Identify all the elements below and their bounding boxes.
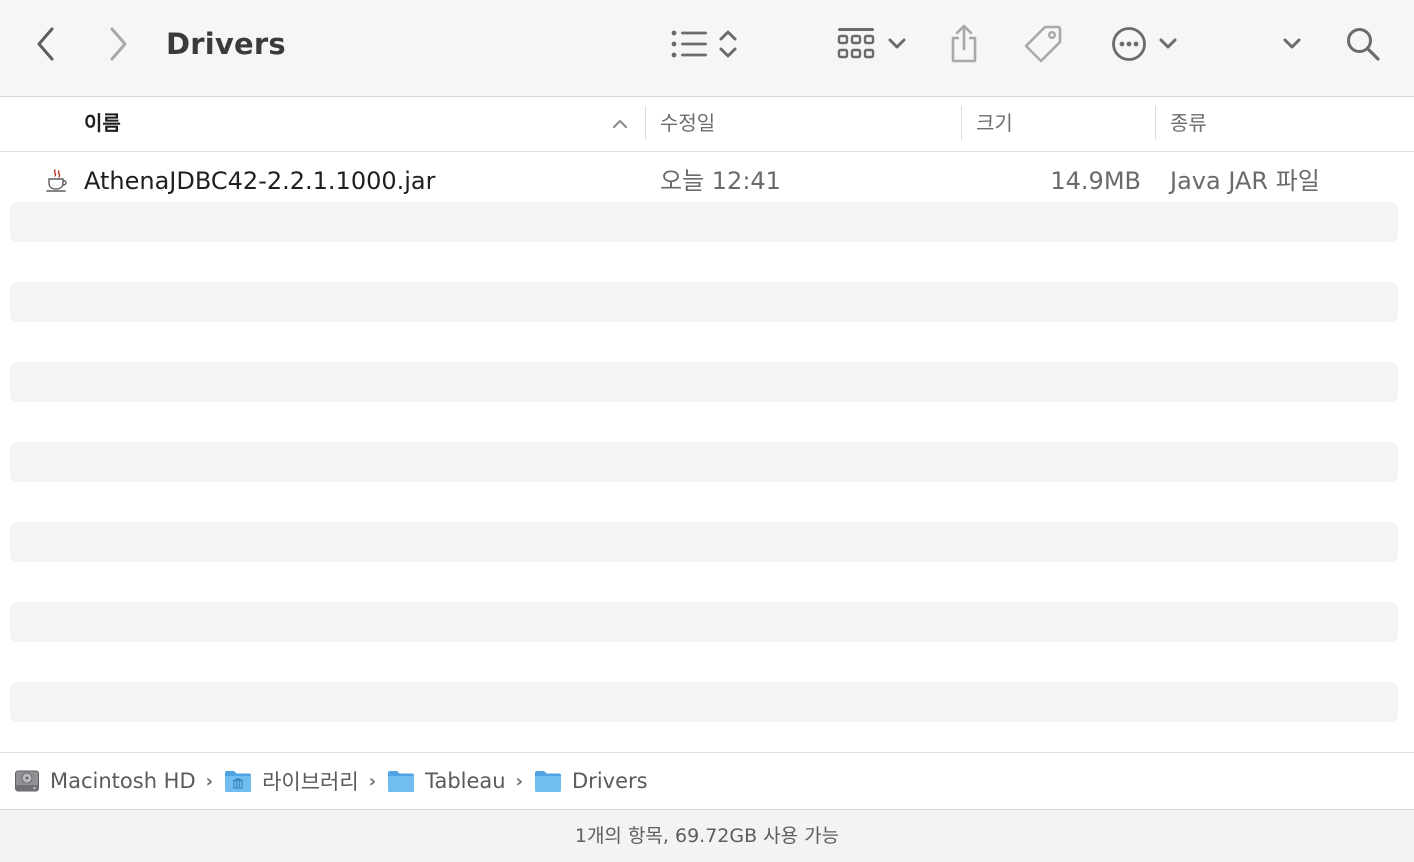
path-item-label: Macintosh HD <box>50 769 196 793</box>
column-size-header[interactable]: 크기 <box>976 97 1146 151</box>
file-modified: 오늘 12:41 <box>660 167 781 195</box>
group-button[interactable] <box>832 24 910 64</box>
empty-row-stripe <box>10 442 1398 482</box>
file-name: AthenaJDBC42-2.2.1.1000.jar <box>84 167 436 195</box>
path-bar: Macintosh HD › 라이브러리 › Tableau › Drivers <box>0 752 1414 809</box>
folder-icon <box>534 769 562 793</box>
back-button[interactable] <box>28 24 64 64</box>
view-options-button[interactable] <box>664 24 744 64</box>
empty-row-stripe <box>10 522 1398 562</box>
path-separator: › <box>515 770 524 792</box>
path-separator: › <box>205 770 214 792</box>
library-folder-icon <box>224 769 252 793</box>
column-modified-label: 수정일 <box>660 111 716 135</box>
folder-icon <box>387 769 415 793</box>
path-item-label: 라이브러리 <box>262 770 359 794</box>
more-button[interactable] <box>1108 24 1180 64</box>
status-bar: 1개의 항목, 69.72GB 사용 가능 <box>0 809 1414 862</box>
path-item-macintosh-hd[interactable]: Macintosh HD <box>14 768 196 794</box>
empty-row-stripe <box>10 602 1398 642</box>
column-size-label: 크기 <box>976 111 1013 135</box>
column-header: 이름 수정일 크기 종류 <box>0 97 1414 152</box>
empty-row-stripe <box>10 202 1398 242</box>
java-cup-icon <box>44 168 70 194</box>
sort-updown-icon <box>719 30 737 58</box>
window-title: Drivers <box>166 27 286 61</box>
chevron-down-icon <box>1283 38 1301 49</box>
path-item-label: Drivers <box>572 769 648 793</box>
column-modified-header[interactable]: 수정일 <box>660 97 950 151</box>
hard-drive-icon <box>14 768 40 794</box>
path-item-library[interactable]: 라이브러리 <box>224 766 359 796</box>
column-kind-label: 종류 <box>1170 111 1207 135</box>
file-kind: Java JAR 파일 <box>1170 167 1320 195</box>
list-view-icon <box>671 30 707 58</box>
search-button[interactable] <box>1340 22 1386 66</box>
sort-ascending-icon <box>613 120 627 128</box>
more-ellipsis-icon <box>1112 27 1146 61</box>
toolbar-overflow-button[interactable] <box>1276 30 1308 58</box>
empty-row-stripe <box>10 362 1398 402</box>
path-item-label: Tableau <box>425 769 506 793</box>
file-row[interactable]: AthenaJDBC42-2.2.1.1000.jar 오늘 12:41 14.… <box>10 160 1398 202</box>
column-name-label: 이름 <box>84 111 121 135</box>
file-size: 14.9MB <box>1050 167 1141 195</box>
column-divider[interactable] <box>645 106 646 140</box>
tag-icon <box>1024 25 1062 63</box>
path-separator: › <box>368 770 377 792</box>
chevron-down-icon <box>1159 38 1177 49</box>
tag-button[interactable] <box>1020 22 1066 66</box>
column-divider[interactable] <box>961 106 962 140</box>
empty-row-stripe <box>10 682 1398 722</box>
forward-button[interactable] <box>100 24 136 64</box>
search-icon <box>1347 28 1380 61</box>
forward-icon <box>110 27 127 61</box>
toolbar: Drivers <box>0 0 1414 97</box>
share-icon <box>951 24 977 63</box>
group-grid-icon <box>837 28 875 59</box>
back-icon <box>37 27 54 61</box>
path-item-drivers[interactable]: Drivers <box>534 769 648 793</box>
column-kind-header[interactable]: 종류 <box>1170 97 1410 151</box>
empty-row-stripe <box>10 282 1398 322</box>
column-name-header[interactable]: 이름 <box>84 97 640 151</box>
column-divider[interactable] <box>1155 106 1156 140</box>
share-button[interactable] <box>944 22 984 66</box>
path-item-tableau[interactable]: Tableau <box>387 769 506 793</box>
status-text: 1개의 항목, 69.72GB 사용 가능 <box>574 825 840 847</box>
chevron-down-icon <box>888 38 906 49</box>
